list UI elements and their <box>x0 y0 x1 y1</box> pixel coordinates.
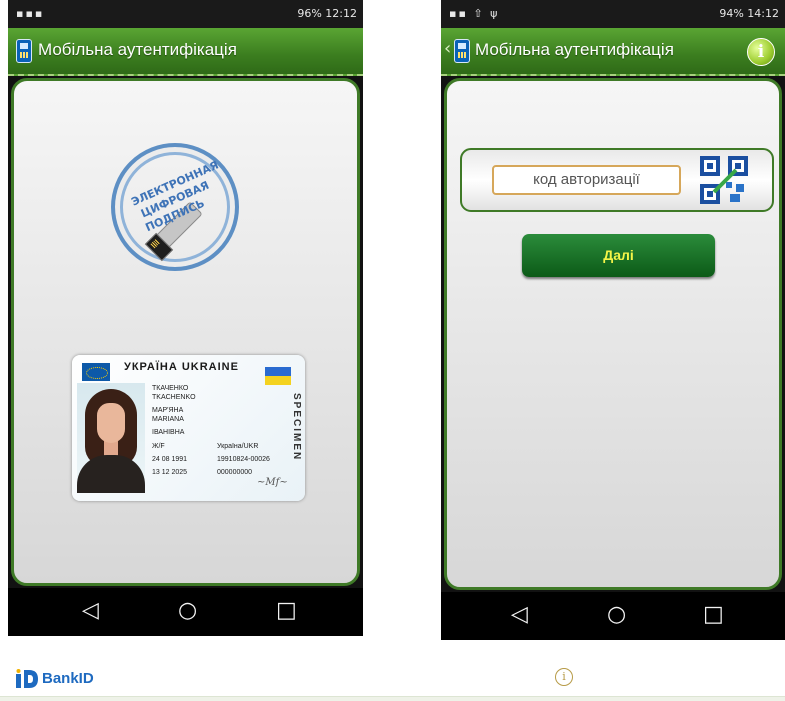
sex-field: Ж/F <box>152 443 165 450</box>
bankid-mark-icon <box>16 669 38 688</box>
app-title: Мобільна аутентифікація <box>475 40 674 59</box>
app-bar: ‹ Мобільна аутентифікація i <box>441 28 785 76</box>
signal-icon: ▪▪ ⇧ ψ <box>449 7 500 20</box>
surname-en: TKACHENKO <box>152 394 196 401</box>
divider <box>0 696 785 701</box>
recent-apps-nav-button[interactable]: □ <box>276 599 297 623</box>
eu-chip-icon <box>82 363 110 381</box>
signal-icon: ▪▪▪ <box>16 7 45 20</box>
app-bar: Мобільна аутентифікація <box>8 28 363 76</box>
app-title: Мобільна аутентифікація <box>38 40 237 59</box>
expiry-field: 13 12 2025 <box>152 469 188 476</box>
signature-image: ~Mf~ <box>257 477 288 488</box>
navigation-bar: ◁ ○ □ <box>441 592 785 640</box>
back-nav-button[interactable]: ◁ <box>511 603 528 627</box>
left-phone-screen: ▪▪▪ 96% 12:12 Мобільна аутентифікація ЭЛ… <box>8 0 363 636</box>
patronymic: ІВАНІВНА <box>152 429 185 436</box>
status-bar: ▪▪▪ 96% 12:12 <box>8 0 363 28</box>
id-photo <box>77 383 145 493</box>
bankid-brand-name: BankID <box>42 670 94 687</box>
birth-date-field: 24 08 1991 <box>152 456 188 463</box>
status-bar: ▪▪ ⇧ ψ 94% 14:12 <box>441 0 785 28</box>
specimen-label: SPECIMEN <box>291 393 302 462</box>
nationality-field: Україна/UKR <box>217 443 259 450</box>
id-card-image: УКРАЇНА UKRAINE SPECIMEN ТКАЧЕНКО TKACHE… <box>72 355 305 501</box>
digital-signature-stamp: ЭЛЕКТРОННАЯ ЦИФРОВАЯ ПОДПИСЬ <box>111 143 239 271</box>
home-nav-button[interactable]: ○ <box>178 599 197 623</box>
ukraine-flag-icon <box>265 367 291 385</box>
back-nav-button[interactable]: ◁ <box>82 599 99 623</box>
mobile-phone-icon <box>16 39 32 63</box>
navigation-bar: ◁ ○ □ <box>8 588 363 636</box>
auth-code-input[interactable]: код авторизації <box>492 165 681 195</box>
info-icon[interactable]: i <box>747 38 775 66</box>
record-number-field: 19910824-00026 <box>217 456 270 463</box>
name-ua: МАР'ЯНА <box>152 407 184 414</box>
right-phone-screen: ▪▪ ⇧ ψ 94% 14:12 ‹ Мобільна аутентифікац… <box>441 0 785 640</box>
status-right: 94% 14:12 <box>719 7 779 20</box>
id-card-header: УКРАЇНА UKRAINE <box>124 361 239 373</box>
next-button[interactable]: Далі <box>522 234 715 277</box>
document-number-field: 000000000 <box>217 469 253 476</box>
status-right: 96% 12:12 <box>297 7 357 20</box>
content-panel: код авторизації Далі <box>444 78 782 590</box>
surname-ua: ТКАЧЕНКО <box>152 385 189 392</box>
info-icon[interactable]: i <box>555 668 573 686</box>
content-panel: ЭЛЕКТРОННАЯ ЦИФРОВАЯ ПОДПИСЬ УКРАЇНА UKR… <box>11 78 360 586</box>
qr-code-scan-icon[interactable] <box>700 156 748 204</box>
home-nav-button[interactable]: ○ <box>607 603 626 627</box>
name-en: MARIANA <box>152 416 184 423</box>
recent-apps-nav-button[interactable]: □ <box>703 603 724 627</box>
chevron-left-icon[interactable]: ‹ <box>444 38 451 59</box>
auth-code-box: код авторизації <box>460 148 774 212</box>
mobile-phone-icon <box>454 39 470 63</box>
